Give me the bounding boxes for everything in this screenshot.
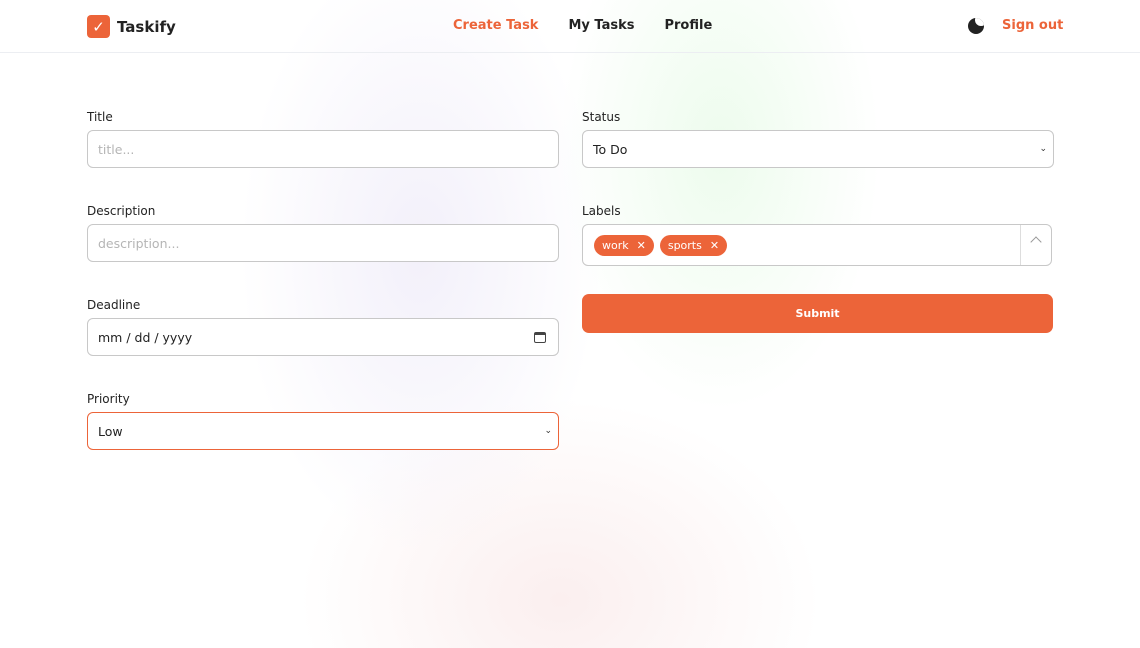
chip-text: sports [667, 238, 702, 252]
deadline-value: mm / dd / yyyy [98, 329, 193, 345]
description-input[interactable]: description... [87, 224, 559, 262]
deadline-field: Deadline mm / dd / yyyy [87, 298, 559, 356]
submit-button[interactable]: Submit [582, 294, 1053, 333]
top-nav: ✓ Taskify Create Task My Tasks Profile Si… [0, 0, 1140, 53]
chip-text: work [602, 238, 629, 252]
calendar-icon[interactable] [534, 331, 546, 343]
title-label: Title [87, 110, 113, 124]
chevron-down-icon: ⌄ [1039, 144, 1047, 154]
priority-field: Priority Low ⌄ [87, 392, 559, 450]
description-field: Description description... [87, 204, 559, 262]
label-chip: work ✕ [594, 234, 654, 256]
status-field: Status To Do ⌄ [582, 110, 1054, 168]
nav-create-task[interactable]: Create Task [453, 18, 538, 33]
title-input[interactable]: title... [87, 130, 559, 168]
check-icon: ✓ [87, 15, 110, 38]
nav-my-tasks[interactable]: My Tasks [568, 18, 634, 33]
status-value: To Do [593, 141, 628, 157]
close-icon[interactable]: ✕ [637, 239, 646, 252]
logo[interactable]: ✓ Taskify [87, 15, 176, 38]
nav-profile[interactable]: Profile [664, 18, 712, 33]
brand-name: Taskify [117, 17, 176, 36]
priority-select[interactable]: Low ⌄ [87, 412, 559, 450]
divider [1020, 225, 1021, 265]
priority-label: Priority [87, 392, 130, 406]
deadline-label: Deadline [87, 298, 141, 312]
labels-multiselect[interactable]: work ✕ sports ✕ [582, 224, 1052, 266]
moon-icon[interactable] [968, 18, 984, 34]
title-field: Title title... [87, 110, 559, 168]
label-chip: sports ✕ [659, 234, 728, 256]
status-select[interactable]: To Do ⌄ [582, 130, 1054, 168]
priority-value: Low [98, 423, 123, 439]
close-icon[interactable]: ✕ [710, 239, 719, 252]
sign-out-link[interactable]: Sign out [1002, 18, 1063, 33]
description-label: Description [87, 204, 156, 218]
deadline-input[interactable]: mm / dd / yyyy [87, 318, 559, 356]
labels-field: Labels work ✕ sports ✕ [582, 204, 1052, 266]
chevron-down-icon: ⌄ [544, 426, 552, 436]
labels-label: Labels [582, 204, 621, 218]
chevron-up-icon[interactable] [1030, 236, 1042, 248]
status-label: Status [582, 110, 621, 124]
